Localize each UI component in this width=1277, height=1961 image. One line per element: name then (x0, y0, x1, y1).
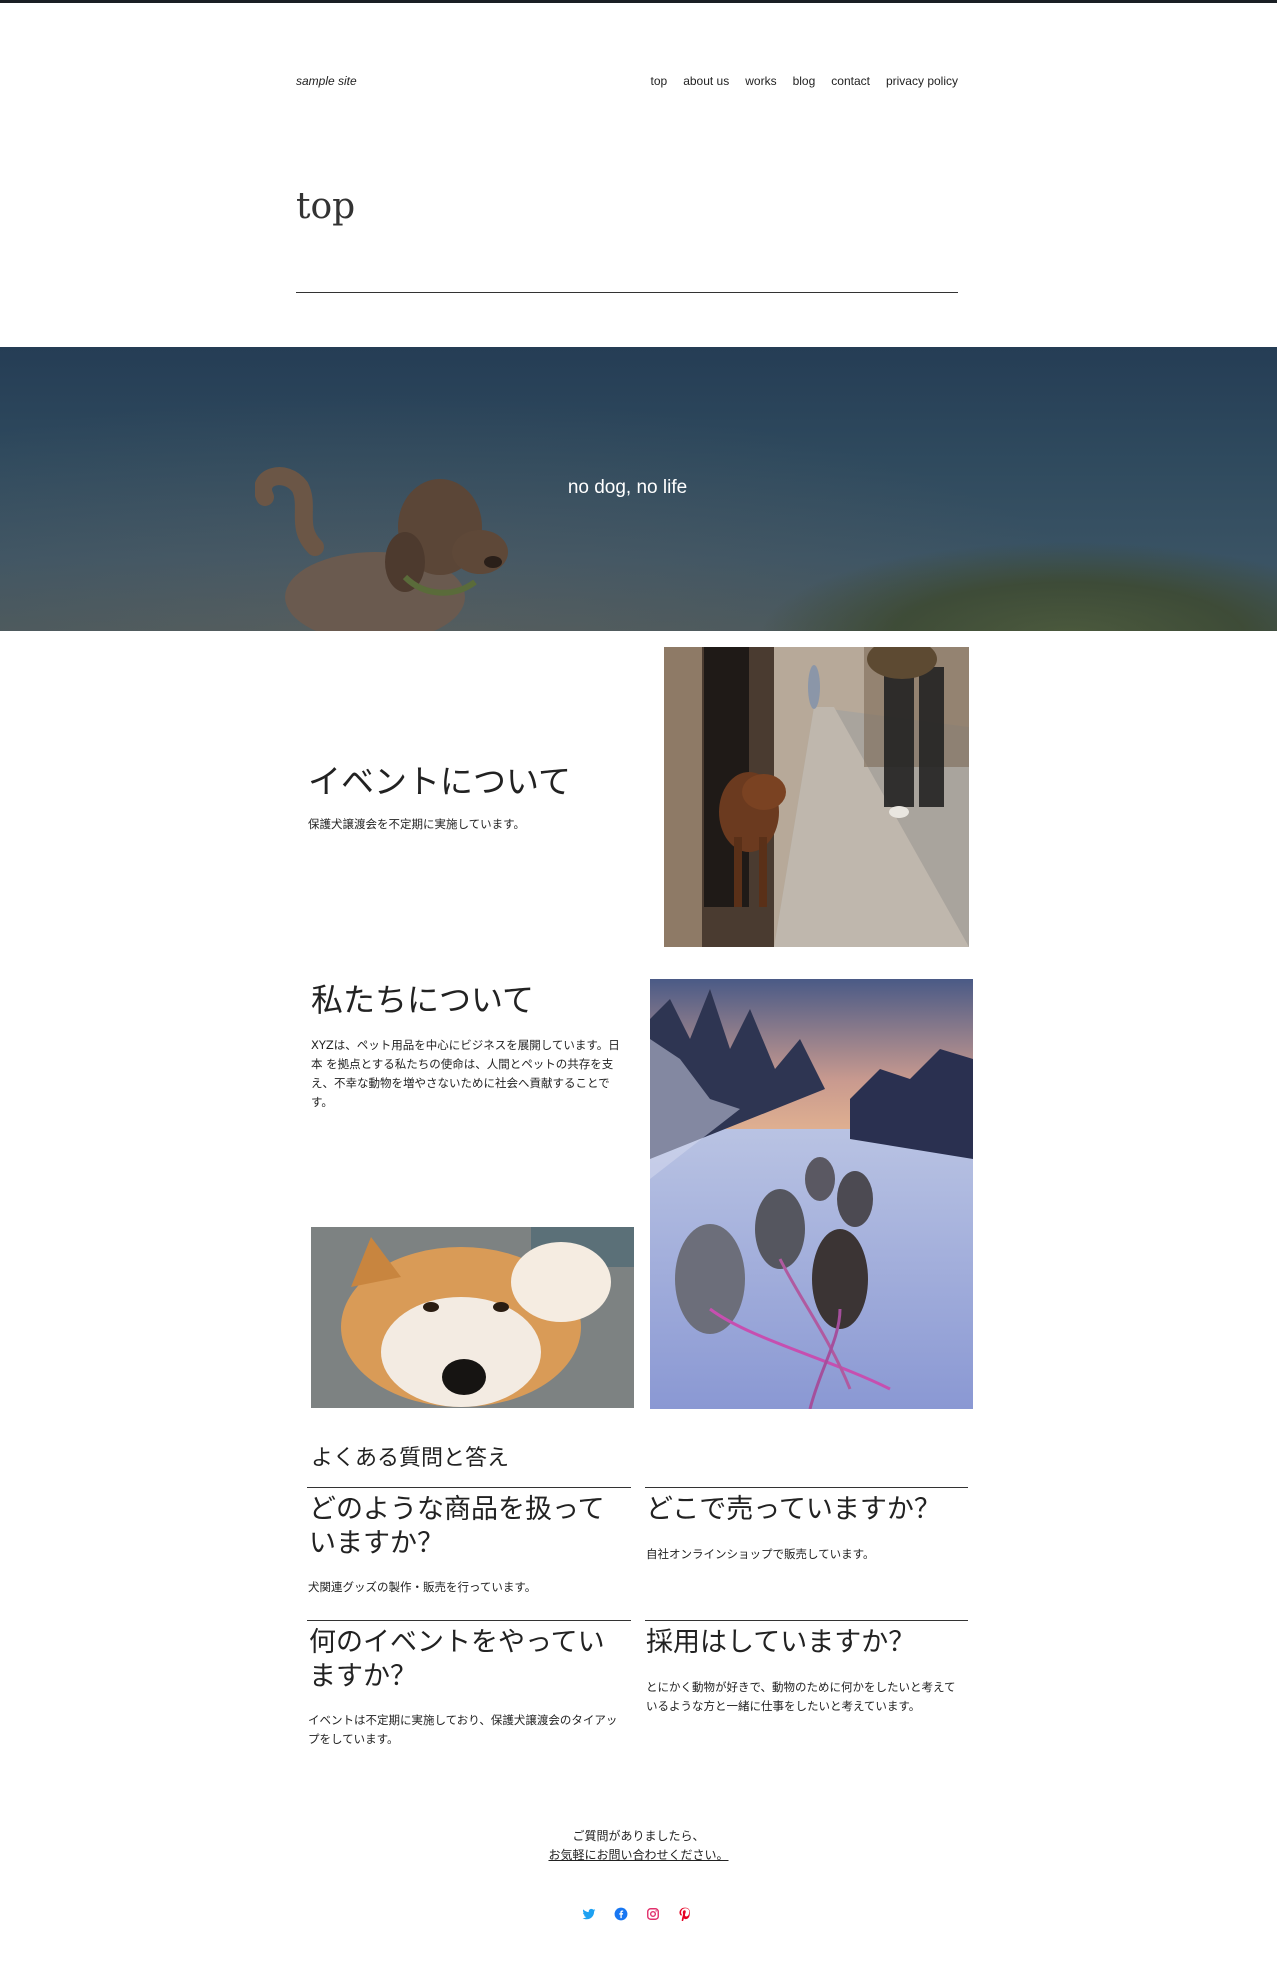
nav-works[interactable]: works (745, 74, 776, 88)
site-title-link[interactable]: sample site (296, 74, 357, 88)
contact-link[interactable]: お気軽にお問い合わせください。 (548, 1848, 728, 1862)
faq-answer-line: とにかく動物が好きで、動物のために何かをしたいと考えて (646, 1680, 956, 1694)
faq-question-line: 何のイベントをやってい (309, 1627, 605, 1658)
about-text-line: 本 を拠点とする私たちの使命は、人間とペットの共存を支 (311, 1057, 614, 1071)
twitter-icon[interactable] (582, 1906, 596, 1920)
top-border (0, 0, 1277, 3)
facebook-icon[interactable] (614, 1906, 628, 1921)
faq-heading: よくある質問と答え (311, 1446, 510, 1471)
instagram-icon[interactable] (646, 1906, 660, 1920)
event-dog-alley-image (664, 647, 969, 947)
main-nav: top about us works blog contact privacy … (651, 74, 959, 88)
sled-dogs-image (650, 979, 973, 1409)
hero-foliage (757, 541, 1277, 631)
faq-question: 採用はしていますか？ (646, 1627, 916, 1658)
hero-tagline: no dog, no life (567, 477, 688, 498)
social-links (582, 1906, 692, 1923)
faq-answer-line: プをしています。 (308, 1732, 399, 1746)
faq-divider (307, 1620, 631, 1621)
faq-question-line: ますか？ (309, 1661, 417, 1692)
faq-answer: 犬関連グッズの製作・販売を行っています。 (308, 1580, 537, 1594)
akita-dog-image (311, 1227, 634, 1408)
pinterest-icon[interactable] (678, 1906, 692, 1923)
nav-contact[interactable]: contact (831, 74, 870, 88)
faq-answer: 自社オンラインショップで販売しています。 (646, 1547, 875, 1561)
nav-top[interactable]: top (651, 74, 668, 88)
faq-question-line: いますか？ (309, 1528, 444, 1559)
footer-contact: ご質問がありましたら、 お気軽にお問い合わせください。 (0, 1827, 1277, 1865)
hero-banner: no dog, no life (0, 347, 1277, 631)
footer-question-text: ご質問がありましたら、 (572, 1829, 705, 1843)
faq-divider (645, 1620, 968, 1621)
title-divider (296, 292, 958, 293)
about-text-line: す。 (311, 1095, 333, 1109)
faq-divider (645, 1487, 968, 1488)
nav-blog[interactable]: blog (793, 74, 816, 88)
event-heading: イベントについて (308, 762, 572, 801)
event-text: 保護犬譲渡会を不定期に実施しています。 (308, 817, 526, 831)
nav-privacy-policy[interactable]: privacy policy (886, 74, 958, 88)
about-text-line: XYZは、ペット用品を中心にビジネスを展開しています。日 (311, 1038, 620, 1052)
about-heading: 私たちについて (311, 981, 535, 1019)
faq-question: 何のイベントをやってい ますか？ (309, 1626, 605, 1694)
about-text-line: え、不幸な動物を増やさないために社会へ貢献することで (311, 1076, 610, 1090)
nav-about-us[interactable]: about us (683, 74, 729, 88)
faq-question: どのような商品を扱って いますか？ (309, 1493, 605, 1561)
faq-answer-line: いるような方と一緒に仕事をしたいと考えています。 (646, 1699, 921, 1713)
page-title: top (296, 186, 356, 227)
faq-answer-line: イベントは不定期に実施しており、保護犬譲渡会のタイアッ (308, 1713, 618, 1727)
faq-question: どこで売っていますか？ (646, 1494, 941, 1525)
faq-divider (307, 1487, 631, 1488)
faq-question-line: どのような商品を扱って (309, 1494, 605, 1525)
